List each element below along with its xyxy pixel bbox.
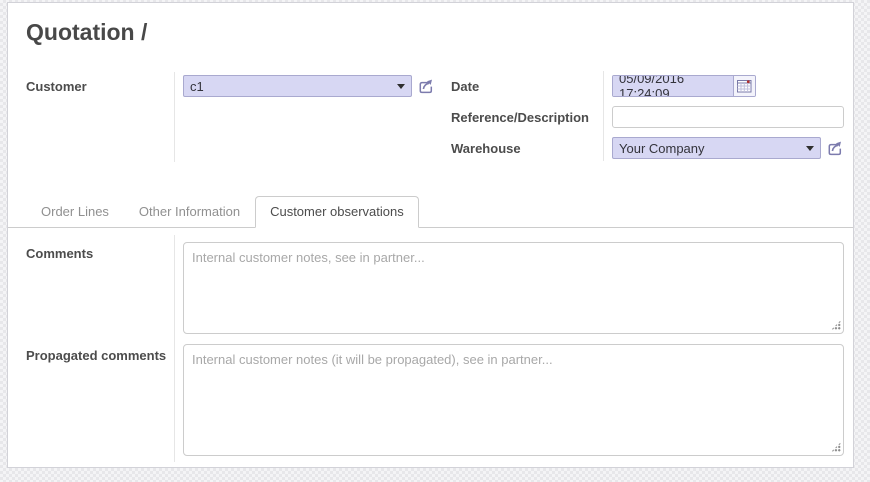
chevron-down-icon — [806, 146, 814, 151]
reference-row: Reference/Description — [451, 106, 844, 128]
reference-cell — [603, 106, 844, 128]
comments-cell — [174, 242, 844, 334]
propagated-comments-textarea[interactable] — [183, 344, 844, 456]
chevron-down-icon — [397, 84, 405, 89]
propagated-comments-cell — [174, 344, 844, 456]
warehouse-cell: Your Company — [603, 137, 844, 159]
page-title: Quotation / — [26, 19, 853, 45]
reference-input[interactable] — [612, 106, 844, 128]
propagated-comments-label: Propagated comments — [26, 344, 174, 456]
tab-order-lines[interactable]: Order Lines — [26, 196, 124, 227]
customer-observations-page: Comments Propagated comments — [26, 242, 844, 456]
tab-other-information[interactable]: Other Information — [124, 196, 255, 227]
datepicker-button[interactable] — [733, 76, 755, 96]
form-panel: Quotation / Customer c1 — [7, 2, 854, 468]
customer-select-value: c1 — [190, 79, 204, 94]
reference-label: Reference/Description — [451, 110, 603, 125]
notebook: Order Lines Other Information Customer o… — [8, 196, 853, 456]
date-cell: 05/09/2016 17:24:09 — [603, 75, 844, 97]
warehouse-select[interactable]: Your Company — [612, 137, 821, 159]
date-row: Date 05/09/2016 17:24:09 — [451, 75, 844, 97]
tab-customer-observations[interactable]: Customer observations — [255, 196, 419, 228]
external-link-icon[interactable] — [418, 78, 435, 94]
date-value: 05/09/2016 17:24:09 — [613, 76, 733, 96]
customer-cell: c1 — [174, 75, 451, 97]
form-top-section: Customer c1 — [26, 75, 844, 159]
right-field-group: Date 05/09/2016 17:24:09 — [451, 75, 844, 159]
warehouse-label: Warehouse — [451, 141, 603, 156]
customer-select[interactable]: c1 — [183, 75, 412, 97]
customer-label: Customer — [26, 79, 174, 94]
propagated-comments-row: Propagated comments — [26, 344, 844, 456]
comments-label: Comments — [26, 242, 174, 334]
page-background: { "colors": { "accent_icon": "#7c7bad", … — [0, 0, 870, 482]
warehouse-select-value: Your Company — [619, 141, 705, 156]
tab-bar: Order Lines Other Information Customer o… — [8, 196, 853, 228]
calendar-icon — [737, 79, 752, 93]
external-link-icon[interactable] — [827, 140, 844, 156]
date-input[interactable]: 05/09/2016 17:24:09 — [612, 75, 756, 97]
comments-row: Comments — [26, 242, 844, 334]
warehouse-row: Warehouse Your Company — [451, 137, 844, 159]
customer-row: Customer c1 — [26, 75, 451, 97]
column-separator — [174, 72, 175, 162]
date-label: Date — [451, 79, 603, 94]
comments-textarea[interactable] — [183, 242, 844, 334]
left-field-group: Customer c1 — [26, 75, 451, 159]
column-separator — [603, 71, 604, 161]
